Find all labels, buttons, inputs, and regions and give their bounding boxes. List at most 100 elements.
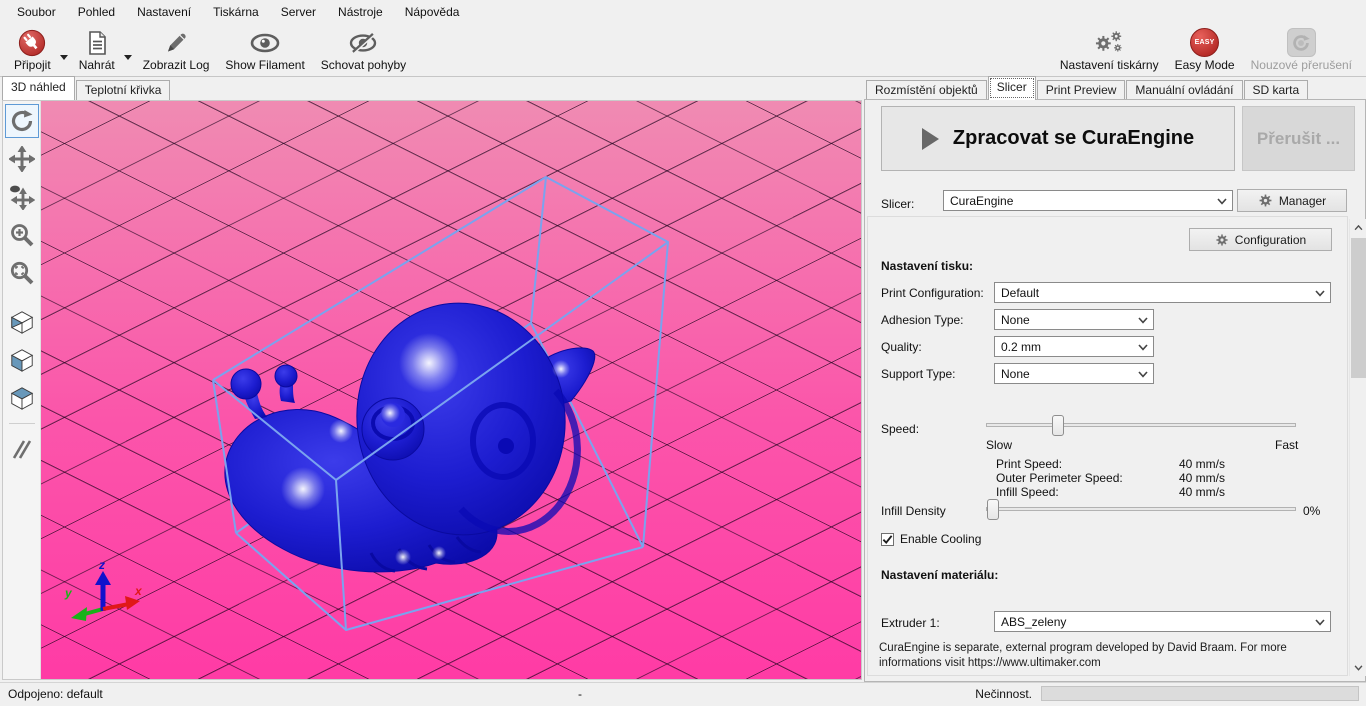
gears-icon bbox=[1092, 27, 1126, 58]
infill-speed-label: Infill Speed: bbox=[996, 485, 1059, 499]
show-log-button[interactable]: Zobrazit Log bbox=[135, 25, 218, 75]
print-configuration-label: Print Configuration: bbox=[881, 286, 984, 300]
viewer-toolbar-separator bbox=[9, 423, 35, 424]
slice-button[interactable]: Zpracovat se CuraEngine bbox=[881, 106, 1235, 171]
menu-server[interactable]: Server bbox=[270, 1, 327, 23]
adhesion-type-label: Adhesion Type: bbox=[881, 313, 964, 327]
print-speed-value: 40 mm/s bbox=[1179, 457, 1225, 471]
move-object-button[interactable] bbox=[5, 142, 39, 176]
svg-text:y: y bbox=[64, 586, 73, 600]
view-isometric-button[interactable] bbox=[5, 305, 39, 339]
view-front-button[interactable] bbox=[5, 343, 39, 377]
quality-select[interactable]: 0.2 mm bbox=[994, 336, 1154, 357]
viewer-toolbar bbox=[3, 101, 41, 679]
load-dropdown-caret[interactable] bbox=[124, 55, 132, 60]
eye-slash-icon bbox=[347, 27, 379, 58]
show-log-label: Zobrazit Log bbox=[143, 58, 210, 72]
easy-mode-button[interactable]: EASY Easy Mode bbox=[1167, 25, 1243, 75]
chevron-down-icon bbox=[1138, 344, 1148, 351]
slicer-label: Slicer: bbox=[881, 197, 914, 211]
eye-icon bbox=[249, 27, 281, 58]
viewer-panel: 3D náhled Teplotní křivka bbox=[0, 78, 864, 682]
gear-icon bbox=[1215, 233, 1229, 247]
quality-label: Quality: bbox=[881, 340, 922, 354]
load-label: Nahrát bbox=[79, 58, 115, 72]
menu-soubor[interactable]: Soubor bbox=[6, 1, 67, 23]
scrollbar-thumb[interactable] bbox=[1351, 238, 1366, 378]
settings-scrollbar[interactable] bbox=[1349, 219, 1366, 676]
emergency-stop-button[interactable]: Nouzové přerušení bbox=[1243, 25, 1360, 75]
print-configuration-select[interactable]: Default bbox=[994, 282, 1331, 303]
tab-temperature-curve[interactable]: Teplotní křivka bbox=[76, 80, 171, 100]
tab-3d-preview[interactable]: 3D náhled bbox=[2, 76, 75, 100]
outer-perimeter-speed-value: 40 mm/s bbox=[1179, 471, 1225, 485]
hide-moves-label: Schovat pohyby bbox=[321, 58, 406, 72]
chevron-down-icon bbox=[1315, 619, 1325, 626]
print-bed-3d-view[interactable]: y z x bbox=[41, 101, 861, 679]
menu-bar: Soubor Pohled Nastavení Tiskárna Server … bbox=[0, 0, 1366, 24]
enable-cooling-label: Enable Cooling bbox=[900, 532, 981, 546]
menu-nastaveni[interactable]: Nastavení bbox=[126, 1, 202, 23]
printer-settings-button[interactable]: Nastavení tiskárny bbox=[1052, 25, 1167, 75]
infill-density-slider-thumb[interactable] bbox=[987, 499, 999, 520]
connect-label: Připojit bbox=[14, 58, 51, 72]
tab-slicer[interactable]: Slicer bbox=[988, 76, 1036, 100]
menu-pohled[interactable]: Pohled bbox=[67, 1, 126, 23]
scroll-up-button[interactable] bbox=[1350, 219, 1366, 236]
speed-slow-label: Slow bbox=[986, 438, 1012, 452]
speed-slider-thumb[interactable] bbox=[1052, 415, 1064, 436]
control-panel: Rozmístění objektů Slicer Print Preview … bbox=[864, 78, 1366, 682]
menu-tiskarna[interactable]: Tiskárna bbox=[202, 1, 270, 23]
chevron-down-icon bbox=[1315, 290, 1325, 297]
curaengine-note: CuraEngine is separate, external program… bbox=[879, 641, 1341, 670]
slicer-select[interactable]: CuraEngine bbox=[943, 190, 1233, 211]
axes-indicator: y z x bbox=[64, 558, 143, 621]
material-settings-header: Nastavení materiálu: bbox=[881, 568, 998, 582]
show-filament-button[interactable]: Show Filament bbox=[217, 25, 312, 75]
tab-object-placement[interactable]: Rozmístění objektů bbox=[866, 80, 987, 100]
connect-button[interactable]: Připojit bbox=[6, 25, 59, 75]
manager-button[interactable]: Manager bbox=[1237, 189, 1347, 212]
scroll-down-button[interactable] bbox=[1350, 659, 1366, 676]
parallel-projection-button[interactable] bbox=[5, 432, 39, 466]
extruder1-label: Extruder 1: bbox=[881, 616, 940, 630]
toolbar-right-group: Nastavení tiskárny EASY Easy Mode Nouzov… bbox=[1052, 25, 1360, 75]
rotate-view-button[interactable] bbox=[5, 104, 39, 138]
view-top-button[interactable] bbox=[5, 381, 39, 415]
main-toolbar: Připojit Nahrát Zobrazit Log bbox=[0, 24, 1366, 77]
zoom-fit-button[interactable] bbox=[5, 256, 39, 290]
plug-icon bbox=[18, 27, 46, 58]
support-type-select[interactable]: None bbox=[994, 363, 1154, 384]
viewer-area: y z x bbox=[2, 100, 862, 680]
infill-density-slider[interactable] bbox=[986, 507, 1296, 511]
control-tabstrip: Rozmístění objektů Slicer Print Preview … bbox=[864, 78, 1309, 100]
easy-mode-icon: EASY bbox=[1190, 28, 1219, 57]
zoom-in-button[interactable] bbox=[5, 218, 39, 252]
speed-fast-label: Fast bbox=[1275, 438, 1298, 452]
chevron-down-icon bbox=[1217, 198, 1227, 205]
speed-slider[interactable] bbox=[986, 423, 1296, 427]
gear-icon bbox=[1258, 193, 1273, 208]
speed-label: Speed: bbox=[881, 422, 919, 436]
menu-nastroje[interactable]: Nástroje bbox=[327, 1, 394, 23]
adhesion-type-select[interactable]: None bbox=[994, 309, 1154, 330]
support-type-label: Support Type: bbox=[881, 367, 956, 381]
tab-print-preview[interactable]: Print Preview bbox=[1037, 80, 1126, 100]
infill-density-value: 0% bbox=[1303, 504, 1320, 518]
infill-density-label: Infill Density bbox=[881, 504, 946, 518]
enable-cooling-checkbox[interactable] bbox=[881, 533, 894, 546]
connect-dropdown-caret[interactable] bbox=[60, 55, 68, 60]
svg-text:z: z bbox=[98, 558, 105, 572]
slicer-tabpage: Zpracovat se CuraEngine Přerušit ... Sli… bbox=[864, 99, 1366, 682]
tab-manual-control[interactable]: Manuální ovládání bbox=[1126, 80, 1242, 100]
connection-status: Odpojeno: default bbox=[8, 687, 103, 701]
load-button[interactable]: Nahrát bbox=[71, 25, 123, 75]
extruder1-select[interactable]: ABS_zeleny bbox=[994, 611, 1331, 632]
move-viewpoint-button[interactable] bbox=[5, 180, 39, 214]
hide-moves-button[interactable]: Schovat pohyby bbox=[313, 25, 414, 75]
progress-bar bbox=[1041, 686, 1359, 701]
menu-napoveda[interactable]: Nápověda bbox=[394, 1, 471, 23]
configuration-button[interactable]: Configuration bbox=[1189, 228, 1332, 251]
svg-text:x: x bbox=[134, 584, 143, 598]
tab-sd-card[interactable]: SD karta bbox=[1244, 80, 1309, 100]
